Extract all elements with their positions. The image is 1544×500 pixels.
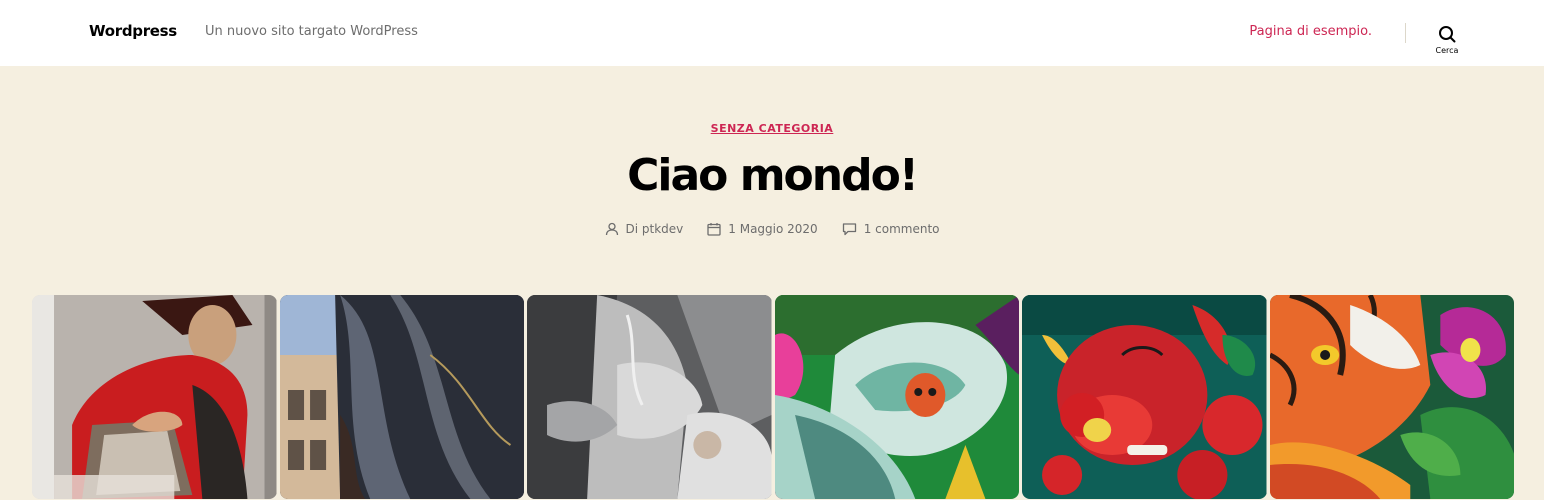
post-date-link[interactable]: 1 Maggio 2020	[707, 222, 818, 236]
post-comments: 1 commento	[863, 222, 940, 236]
gallery-item[interactable]	[32, 295, 277, 499]
search-label: Cerca	[1435, 46, 1459, 55]
gallery-item[interactable]	[279, 295, 524, 499]
user-icon	[605, 222, 618, 236]
gallery-item[interactable]	[527, 295, 772, 499]
category-link[interactable]: SENZA CATEGORIA	[711, 122, 834, 135]
header-divider	[1405, 23, 1406, 43]
mural-abstract-building-image	[279, 295, 524, 499]
gallery-item[interactable]	[1022, 295, 1267, 499]
post-title: Ciao mondo!	[627, 150, 919, 201]
mural-green-skull-image	[774, 295, 1019, 499]
calendar-icon	[707, 223, 721, 236]
post-meta: Di ptkdev 1 Maggio 2020 1 commento	[0, 222, 1544, 236]
search-icon	[1439, 26, 1456, 43]
site-description: Un nuovo sito targato WordPress	[205, 24, 418, 39]
menu-item-sample-page[interactable]: Pagina di esempio.	[1249, 24, 1372, 39]
post-comments-link[interactable]: 1 commento	[842, 222, 940, 236]
comment-icon	[842, 223, 856, 236]
site-title-link[interactable]: Wordpress	[89, 22, 177, 40]
gallery-item[interactable]	[774, 295, 1019, 499]
mural-tiger-flower-image	[1269, 295, 1514, 499]
image-gallery	[32, 295, 1514, 499]
post-author: Di ptkdev	[625, 222, 684, 236]
mural-red-figure-image	[32, 295, 277, 499]
search-toggle-button[interactable]: Cerca	[1426, 22, 1468, 58]
post-author-link[interactable]: Di ptkdev	[605, 222, 684, 236]
post-date: 1 Maggio 2020	[728, 222, 818, 236]
site-header: Wordpress Un nuovo sito targato WordPres…	[0, 0, 1544, 66]
mural-grey-hand-image	[527, 295, 772, 499]
mural-red-tomato-image	[1022, 295, 1267, 499]
gallery-item[interactable]	[1269, 295, 1514, 499]
entry-category: SENZA CATEGORIA	[0, 119, 1544, 137]
